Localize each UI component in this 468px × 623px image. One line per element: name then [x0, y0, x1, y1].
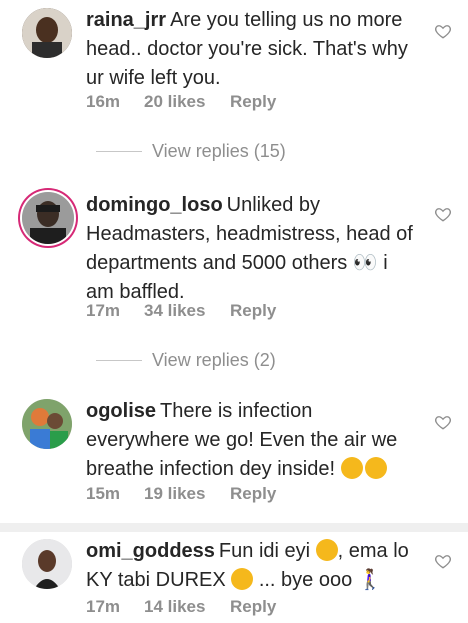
comment-body-a: Fun idi eyi [218, 540, 311, 562]
comment-username[interactable]: raina_jrr [86, 9, 166, 31]
flushed-face-emoji-icon [315, 539, 338, 561]
view-replies-divider [96, 360, 142, 361]
comment-time: 15m [86, 484, 121, 503]
avatar[interactable] [22, 399, 72, 449]
view-replies-button[interactable]: View replies (15) [96, 141, 286, 162]
heart-outline-icon[interactable] [434, 413, 452, 431]
avatar[interactable] [22, 8, 72, 58]
comment-time: 17m [86, 597, 121, 616]
smirk-face-emoji-icon [231, 568, 254, 590]
sad-face-emoji-icon [340, 457, 363, 479]
heart-outline-icon[interactable] [434, 22, 452, 40]
view-replies-button[interactable]: View replies (2) [96, 350, 276, 371]
avatar[interactable] [22, 192, 74, 244]
comment-likes[interactable]: 19 likes [144, 484, 230, 504]
reply-button[interactable]: Reply [230, 597, 276, 617]
reply-button[interactable]: Reply [230, 301, 276, 321]
section-divider [0, 523, 468, 532]
comment-meta: 16m 20 likes Reply [86, 92, 276, 112]
view-replies-label[interactable]: View replies (2) [152, 350, 276, 371]
reply-button[interactable]: Reply [230, 92, 276, 112]
reply-button[interactable]: Reply [230, 484, 276, 504]
comment-username[interactable]: omi_goddess [86, 540, 215, 562]
comment-text: raina_jrr Are you telling us no more head… [86, 6, 416, 93]
comment-time: 16m [86, 92, 121, 111]
comment-text: ogolise There is infection everywhere we … [86, 397, 416, 484]
comment-likes[interactable]: 20 likes [144, 92, 230, 112]
heart-outline-icon[interactable] [434, 205, 452, 223]
comment-username[interactable]: domingo_loso [86, 194, 223, 216]
comment-username[interactable]: ogolise [86, 400, 156, 422]
comment-body-c: ... bye ooo 🚶‍♀ [258, 569, 383, 591]
comment-time: 17m [86, 301, 121, 320]
view-replies-divider [96, 151, 142, 152]
comment-text: domingo_loso Unliked by Headmasters, head… [86, 191, 416, 307]
comment-meta: 17m 14 likes Reply [86, 597, 276, 617]
comment-likes[interactable]: 34 likes [144, 301, 230, 321]
comment-likes[interactable]: 14 likes [144, 597, 230, 617]
comment-meta: 15m 19 likes Reply [86, 484, 276, 504]
avatar[interactable] [22, 539, 72, 589]
heart-outline-icon[interactable] [434, 552, 452, 570]
comment-meta: 17m 34 likes Reply [86, 301, 276, 321]
sad-face-emoji-icon [364, 457, 387, 479]
view-replies-label[interactable]: View replies (15) [152, 141, 286, 162]
comment-text: omi_goddess Fun idi eyi , ema lo KY tabi … [86, 537, 416, 595]
